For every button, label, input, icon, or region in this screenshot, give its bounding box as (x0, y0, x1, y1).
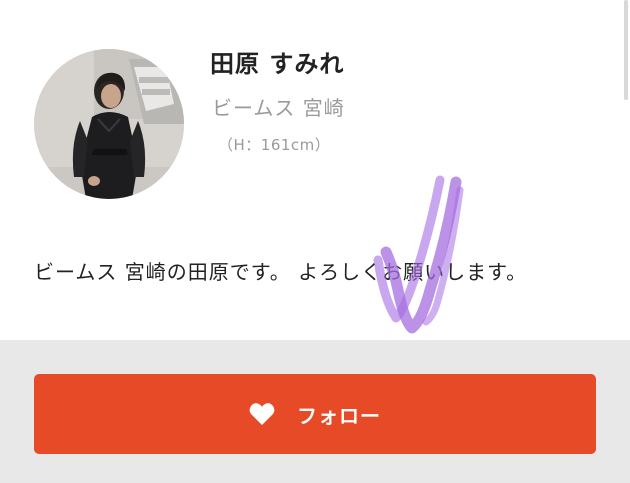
bio-text: ビームス 宮崎の田原です。 よろしくお願いします。 (34, 260, 528, 284)
staff-height: （H：161cm） (218, 136, 331, 154)
follow-button[interactable]: フォロー (34, 374, 596, 454)
profile-card: 田原 すみれ ビームス 宮崎 （H：161cm） ビームス 宮崎の田原です。 よ… (0, 0, 630, 340)
shop-name: ビームス 宮崎 (212, 96, 345, 120)
heart-icon (249, 403, 275, 425)
staff-name: 田原 すみれ (210, 50, 345, 78)
avatar-photo (34, 49, 184, 199)
avatar[interactable] (34, 49, 184, 199)
follow-button-label: フォロー (297, 403, 381, 428)
scrollbar[interactable] (624, 0, 628, 100)
